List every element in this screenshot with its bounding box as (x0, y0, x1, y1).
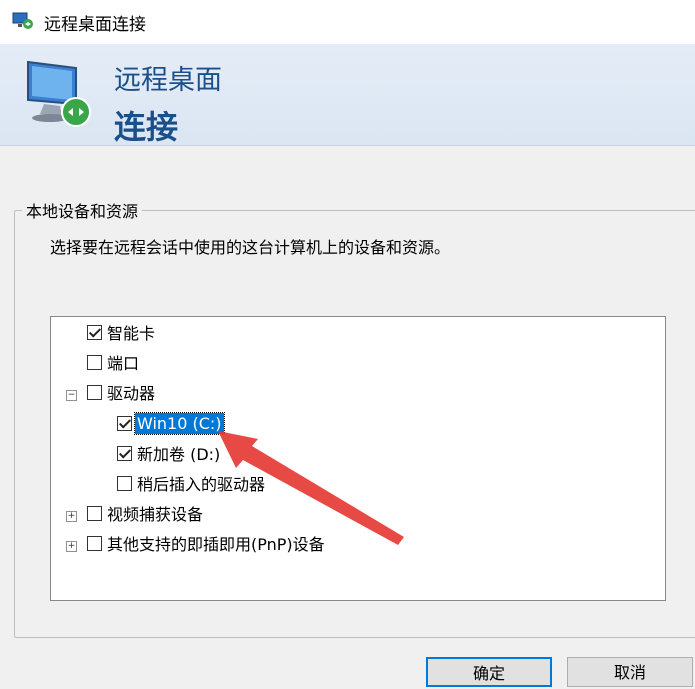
device-tree[interactable]: 智能卡 端口 − 驱动器 Win10 (C:) 新加卷 (D:) 稍后插入的驱动… (50, 316, 666, 601)
group-legend: 本地设备和资源 (22, 198, 143, 222)
tree-item-label: 端口 (107, 354, 140, 373)
drives-checkbox[interactable] (87, 384, 102, 400)
window-title: 远程桌面连接 (44, 15, 146, 35)
tree-item-pnp-devices[interactable]: 其他支持的即插即用(PnP)设备 (87, 530, 327, 556)
tree-item-drive-c[interactable]: Win10 (C:) (117, 410, 225, 436)
tree-item-label: 驱动器 (107, 384, 156, 403)
monitor-icon (27, 60, 91, 127)
video-capture-checkbox[interactable] (87, 505, 102, 521)
banner-title-line2: 连接 (114, 108, 179, 146)
tree-item-label: 智能卡 (107, 324, 156, 343)
tree-item-label: 稍后插入的驱动器 (137, 475, 266, 494)
drive-d-checkbox[interactable] (117, 445, 132, 461)
tree-item-ports[interactable]: 端口 (87, 349, 141, 375)
drive-c-checkbox[interactable] (117, 415, 132, 431)
expand-icon[interactable]: + (66, 511, 77, 522)
tree-item-label: 新加卷 (D:) (137, 445, 221, 464)
expand-icon[interactable]: + (66, 541, 77, 552)
pnp-devices-checkbox[interactable] (87, 535, 102, 551)
tree-item-label: 视频捕获设备 (107, 505, 204, 524)
tree-item-label: Win10 (C:) (134, 411, 225, 435)
ok-button[interactable]: 确定 (426, 657, 552, 687)
banner-title-line1: 远程桌面 (114, 65, 222, 96)
tree-item-label: 其他支持的即插即用(PnP)设备 (107, 535, 325, 554)
tree-item-drives[interactable]: 驱动器 (87, 379, 157, 405)
later-drives-checkbox[interactable] (117, 475, 132, 491)
cancel-button[interactable]: 取消 (567, 657, 693, 687)
tree-item-later-drives[interactable]: 稍后插入的驱动器 (117, 470, 267, 496)
collapse-icon[interactable]: − (66, 390, 77, 401)
tree-item-smart-card[interactable]: 智能卡 (87, 319, 157, 345)
tree-item-video-capture[interactable]: 视频捕获设备 (87, 500, 205, 526)
header-banner: 远程桌面 连接 (0, 44, 695, 146)
ports-checkbox[interactable] (87, 354, 102, 370)
tree-item-drive-d[interactable]: 新加卷 (D:) (117, 440, 222, 466)
remote-desktop-app-icon (12, 12, 33, 29)
group-description: 选择要在远程会话中使用的这台计算机上的设备和资源。 (50, 238, 451, 257)
smart-card-checkbox[interactable] (87, 324, 102, 340)
title-bar: 远程桌面连接 (0, 0, 695, 44)
